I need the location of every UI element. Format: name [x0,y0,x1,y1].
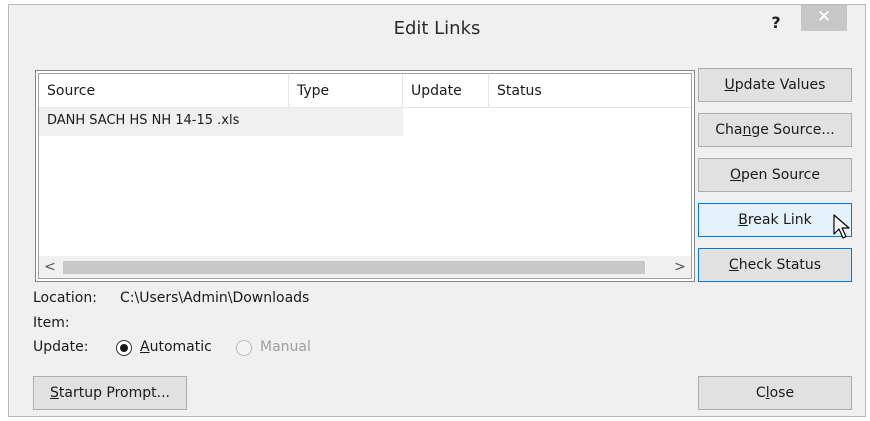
column-header-update[interactable]: Update [403,74,489,108]
automatic-radio[interactable] [116,340,132,356]
column-header-source[interactable]: Source [39,74,289,108]
manual-radio[interactable] [236,340,252,356]
location-label: Location: [33,290,97,306]
manual-radio-label[interactable]: Manual [260,339,311,355]
edit-links-dialog: Edit Links ? ✕ Source Type Update Status… [8,4,866,417]
location-value: C:\Users\Admin\Downloads [120,290,310,306]
startup-prompt-button[interactable]: Startup Prompt... [33,376,187,410]
source-cell: DANH SACH HS NH 14-15 .xls [47,113,240,128]
links-list-inner: Source Type Update Status DANH SACH HS N… [38,73,692,279]
column-header-status[interactable]: Status [489,74,689,108]
break-link-button[interactable]: Break Link [698,203,852,237]
check-status-button[interactable]: Check Status [698,248,852,282]
title-bar: Edit Links ? ✕ [9,5,865,57]
links-list-header: Source Type Update Status [39,74,691,108]
update-label: Update: [33,339,89,355]
mouse-pointer-icon [833,214,850,239]
column-header-type[interactable]: Type [289,74,403,108]
automatic-radio-label[interactable]: Automatic [140,339,212,355]
close-window-button[interactable]: ✕ [801,5,847,31]
scroll-right-arrow-icon[interactable]: > [669,256,691,278]
scrollbar-thumb[interactable] [63,261,645,274]
scroll-left-arrow-icon[interactable]: < [39,256,61,278]
dialog-title: Edit Links [393,18,481,39]
change-source-button[interactable]: Change Source... [698,113,852,147]
table-row[interactable]: DANH SACH HS NH 14-15 .xls [39,108,403,136]
update-values-button[interactable]: Update Values [698,68,852,102]
help-button[interactable]: ? [765,13,787,35]
links-list[interactable]: Source Type Update Status DANH SACH HS N… [35,70,695,282]
horizontal-scrollbar[interactable]: < > [39,256,691,278]
item-label: Item: [33,315,70,331]
close-button[interactable]: Close [698,376,852,410]
open-source-button[interactable]: Open Source [698,158,852,192]
